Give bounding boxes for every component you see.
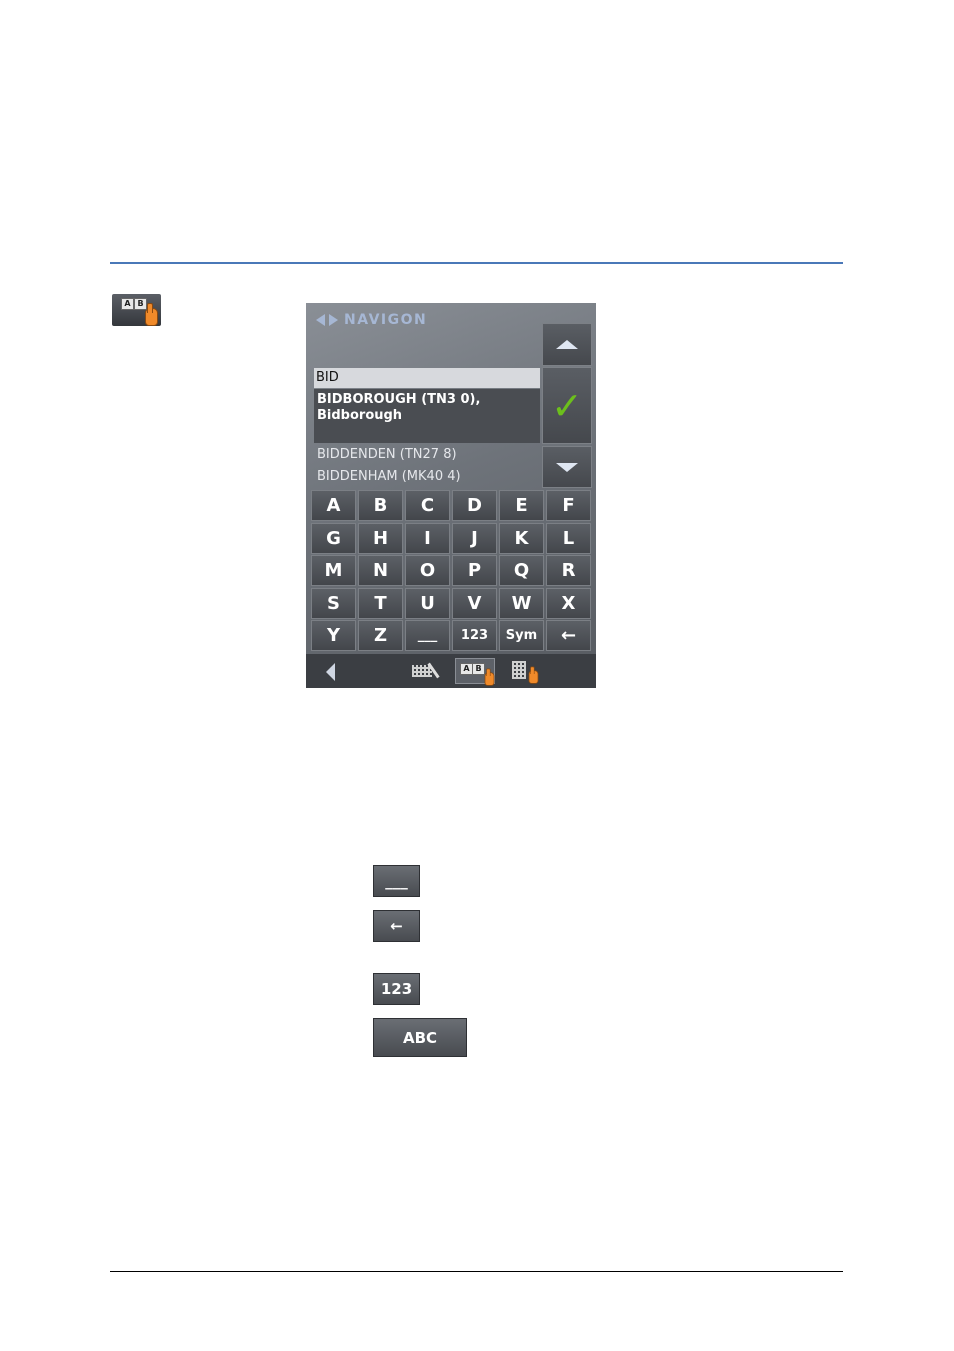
- key-o[interactable]: O: [405, 555, 450, 586]
- navigon-arrows-icon: [316, 312, 338, 328]
- key-r[interactable]: R: [546, 555, 591, 586]
- backspace-key-legend: ←: [373, 910, 420, 942]
- key-v[interactable]: V: [452, 587, 497, 619]
- key-t[interactable]: T: [358, 587, 403, 619]
- logo-text: NAVIGON: [344, 312, 428, 328]
- key-e[interactable]: E: [499, 490, 544, 521]
- numbers-key-legend: 123: [373, 973, 420, 1005]
- key-y[interactable]: Y: [311, 620, 356, 651]
- bottom-toolbar: A B: [306, 654, 596, 688]
- key-p[interactable]: P: [452, 555, 497, 586]
- key-j[interactable]: J: [452, 522, 497, 554]
- hand-pointer-icon: [484, 668, 495, 686]
- back-icon[interactable]: [326, 663, 335, 681]
- key-f[interactable]: F: [546, 490, 591, 521]
- key-numbers[interactable]: 123: [452, 620, 497, 651]
- hand-pointer-icon: [145, 303, 158, 326]
- key-d[interactable]: D: [452, 490, 497, 521]
- key-backspace[interactable]: ←: [546, 620, 591, 651]
- space-key-legend: ___: [373, 865, 420, 897]
- scroll-up-button[interactable]: [542, 323, 592, 366]
- key-l[interactable]: L: [546, 522, 591, 554]
- navigon-logo: NAVIGON: [316, 311, 427, 329]
- key-h[interactable]: H: [358, 522, 403, 554]
- key-c[interactable]: C: [405, 490, 450, 521]
- confirm-button[interactable]: ✓: [542, 367, 592, 444]
- hand-pointer-icon: [528, 666, 539, 684]
- key-b[interactable]: B: [358, 490, 403, 521]
- list-item[interactable]: BIDDENDEN (TN27 8): [317, 445, 457, 465]
- key-n[interactable]: N: [358, 555, 403, 586]
- glyph-b: B: [472, 663, 485, 675]
- abc-keyboard-icon: A B: [112, 294, 161, 326]
- key-x[interactable]: X: [546, 587, 591, 619]
- key-s[interactable]: S: [311, 587, 356, 619]
- glyph-b: B: [134, 298, 147, 310]
- footer-rule: [110, 1271, 843, 1272]
- keyboard-grid-icon[interactable]: [508, 658, 548, 684]
- key-m[interactable]: M: [311, 555, 356, 586]
- arrow-up-icon: [556, 340, 578, 349]
- key-k[interactable]: K: [499, 522, 544, 554]
- checkmark-icon: ✓: [551, 383, 583, 428]
- arrow-down-icon: [556, 462, 578, 472]
- key-w[interactable]: W: [499, 587, 544, 619]
- key-g[interactable]: G: [311, 522, 356, 554]
- keyboard-qwerty-icon[interactable]: [408, 658, 448, 684]
- keyboard-abc-icon[interactable]: A B: [455, 658, 495, 686]
- navigon-screen: NAVIGON ✓ BID BIDBOROUGH (TN3 0), Bidbor…: [306, 303, 596, 688]
- selected-item-line2: Bidborough: [317, 408, 403, 423]
- keyboard: A B C D E F G H I J K L M N O P Q R S T …: [311, 490, 594, 651]
- key-z[interactable]: Z: [358, 620, 403, 651]
- search-input[interactable]: BID: [314, 368, 540, 388]
- selected-list-item[interactable]: BIDBOROUGH (TN3 0), Bidborough: [314, 389, 540, 443]
- glyph-a: A: [121, 298, 134, 310]
- list-item[interactable]: BIDDENHAM (MK40 4): [317, 467, 461, 487]
- key-q[interactable]: Q: [499, 555, 544, 586]
- selected-item-line1: BIDBOROUGH (TN3 0),: [317, 392, 481, 407]
- scroll-down-button[interactable]: [542, 446, 592, 488]
- key-i[interactable]: I: [405, 522, 450, 554]
- letters-key-legend: ABC: [373, 1018, 467, 1057]
- key-u[interactable]: U: [405, 587, 450, 619]
- header-rule: [110, 262, 843, 264]
- key-space[interactable]: ___: [405, 620, 450, 651]
- key-symbols[interactable]: Sym: [499, 620, 544, 651]
- key-a[interactable]: A: [311, 490, 356, 521]
